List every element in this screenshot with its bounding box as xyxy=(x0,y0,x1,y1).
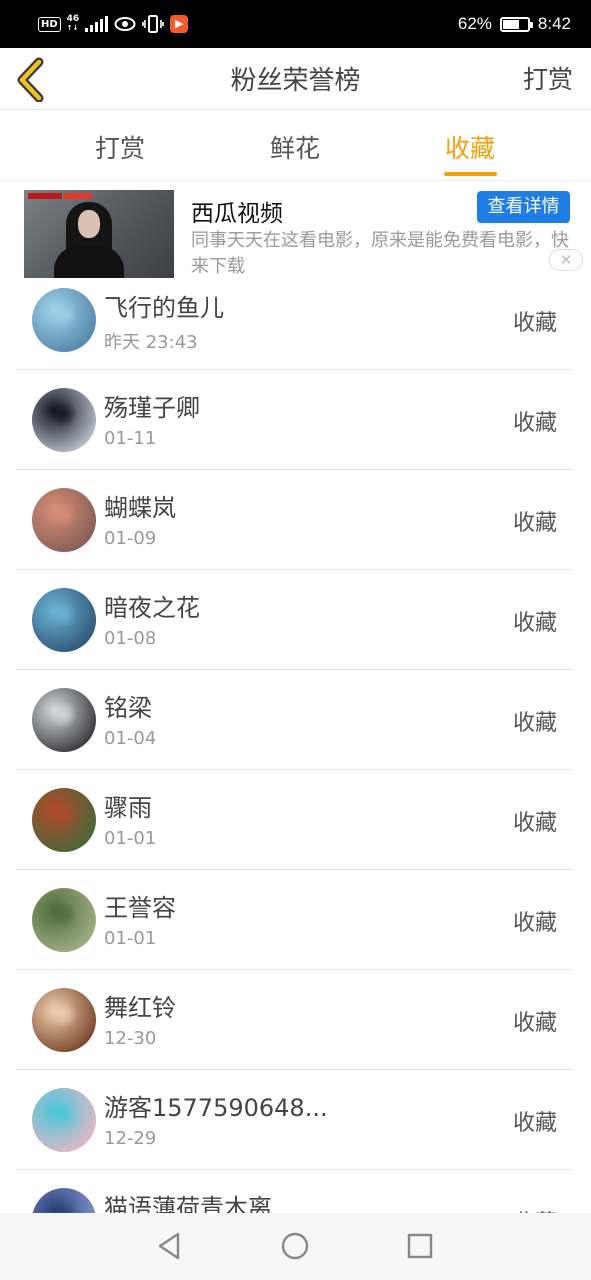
ad-banner[interactable]: 西瓜视频 同事天天在这看电影，原来是能免费看电影，快来下载 查看详情 ✕ xyxy=(0,182,591,282)
list-item[interactable]: 蝴蝶岚 01-09 收藏 xyxy=(0,470,591,570)
status-icons-left: HD 46 ↑↓ ▶ xyxy=(38,13,189,35)
list-item[interactable]: 铭梁 01-04 收藏 xyxy=(0,670,591,770)
video-app-icon: ▶ xyxy=(170,15,189,33)
battery-level xyxy=(502,19,520,29)
fan-name: 暗夜之花 xyxy=(104,594,200,622)
avatar[interactable] xyxy=(32,588,96,652)
fan-action-label: 收藏 xyxy=(512,611,557,636)
list-item[interactable]: 飞行的鱼儿昨天 23:43 收藏 xyxy=(0,270,591,370)
fan-name: 铭梁 xyxy=(104,694,152,722)
avatar[interactable] xyxy=(32,388,96,452)
ad-title: 西瓜视频 xyxy=(191,201,283,227)
fan-time: 01-01 xyxy=(104,828,157,849)
fan-action-label: 收藏 xyxy=(512,1111,557,1136)
avatar[interactable] xyxy=(32,688,96,752)
nav-home-button[interactable] xyxy=(278,1229,312,1263)
fan-time: 12-30 xyxy=(104,1028,157,1049)
battery-icon xyxy=(499,16,533,32)
fan-name: 飞行的鱼儿 xyxy=(104,294,224,322)
list-item[interactable]: 骤雨 01-01 收藏 xyxy=(0,770,591,870)
square-recents-icon xyxy=(407,1233,433,1259)
network-type: 46 ↑↓ xyxy=(66,14,80,33)
fan-name: 殇瑾子卿 xyxy=(104,394,200,422)
tab-flowers[interactable]: 鲜花 xyxy=(240,129,350,165)
reward-action-button[interactable]: 打赏 xyxy=(523,60,573,96)
tab-bar: 打赏 鲜花 收藏 xyxy=(0,111,591,181)
fan-time: 01-04 xyxy=(104,728,157,749)
fan-time: 01-01 xyxy=(104,928,157,949)
avatar[interactable] xyxy=(32,988,96,1052)
fan-time: 昨天 23:43 xyxy=(104,332,198,353)
avatar[interactable] xyxy=(32,1088,96,1152)
status-bar: HD 46 ↑↓ ▶ 62% 8:42 xyxy=(0,0,591,48)
fan-name: 王誉容 xyxy=(104,894,176,922)
list-item[interactable]: 王誉容 01-01 收藏 xyxy=(0,870,591,970)
triangle-back-icon xyxy=(158,1232,180,1260)
avatar[interactable] xyxy=(32,788,96,852)
fan-action-label: 收藏 xyxy=(512,811,557,836)
signal-icon xyxy=(85,16,109,32)
ad-details-button[interactable]: 查看详情 xyxy=(477,191,570,223)
list-item[interactable]: 舞红铃 12-30 收藏 xyxy=(0,970,591,1070)
page-title: 粉丝荣誉榜 xyxy=(230,66,361,96)
system-nav-bar xyxy=(0,1213,591,1280)
fan-action-label: 收藏 xyxy=(512,711,557,736)
fan-name: 骤雨 xyxy=(104,794,152,822)
title-bar: 粉丝荣誉榜 打赏 xyxy=(0,48,591,110)
hd-badge: HD xyxy=(38,16,61,32)
ad-image xyxy=(24,190,174,278)
clock: 8:42 xyxy=(537,14,571,33)
fan-name: 游客1577590648... xyxy=(104,1094,328,1122)
fan-time: 01-09 xyxy=(104,528,157,549)
avatar[interactable] xyxy=(32,888,96,952)
avatar[interactable] xyxy=(32,288,96,352)
fan-action-label: 收藏 xyxy=(512,1011,557,1036)
tab-reward[interactable]: 打赏 xyxy=(65,129,175,165)
nav-back-button[interactable] xyxy=(153,1229,187,1263)
tab-favorites[interactable]: 收藏 xyxy=(415,129,525,165)
eye-icon xyxy=(114,17,136,31)
list-item[interactable]: 暗夜之花 01-08 收藏 xyxy=(0,570,591,670)
list-item[interactable]: 殇瑾子卿 01-11 收藏 xyxy=(0,370,591,470)
circle-home-icon xyxy=(281,1232,309,1260)
fan-action-label: 收藏 xyxy=(512,511,557,536)
fan-list: 飞行的鱼儿 昨天 23:43 收藏 殇瑾子卿 01-11 收藏 蝴蝶岚 01-09 收藏 暗夜之花… xyxy=(0,270,591,1270)
vibrate-icon xyxy=(142,15,165,33)
nav-recents-button[interactable] xyxy=(403,1229,437,1263)
ad-close-icon[interactable]: ✕ xyxy=(549,249,583,271)
fan-action-label: 收藏 xyxy=(512,411,557,436)
avatar[interactable] xyxy=(32,488,96,552)
battery-percent: 62% xyxy=(457,14,492,33)
fan-name: 舞红铃 xyxy=(104,994,176,1022)
network-label: 46 xyxy=(66,14,80,24)
list-item[interactable]: 游客1577590648... 12-29 收藏 xyxy=(0,1070,591,1170)
fan-time: 12-29 xyxy=(104,1128,157,1149)
fan-action-label: 收藏 xyxy=(512,311,557,336)
fan-action-label: 收藏 xyxy=(512,911,557,936)
fan-name: 蝴蝶岚 xyxy=(104,494,176,522)
fan-time: 01-08 xyxy=(104,628,157,649)
fan-time: 01-11 xyxy=(104,428,157,449)
status-icons-right: 62% 8:42 xyxy=(458,12,571,36)
active-tab-indicator xyxy=(444,172,497,176)
